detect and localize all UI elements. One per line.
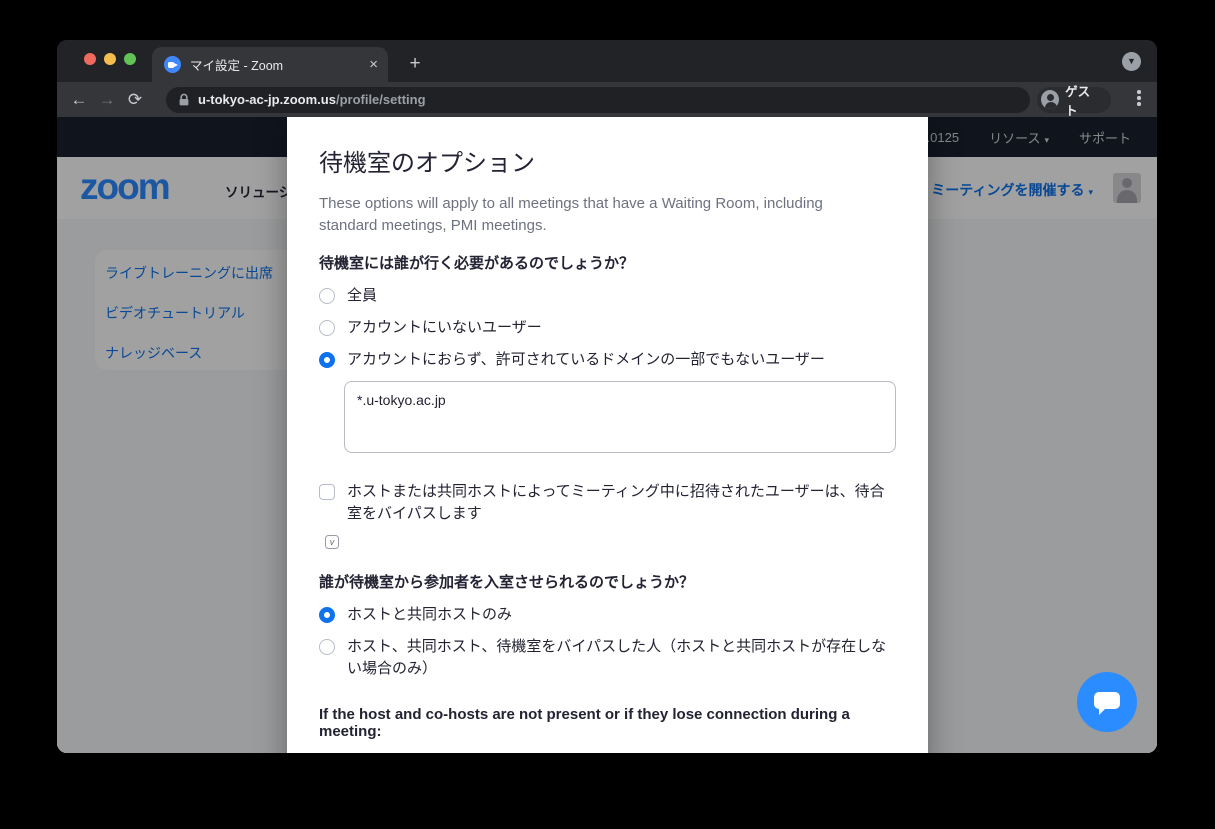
browser-window: マイ設定 - Zoom × + ▼ ← → ⟳ u-tokyo-ac-jp.zo… bbox=[57, 40, 1157, 753]
glyph-v-icon: v bbox=[325, 535, 339, 549]
minimize-window-button[interactable] bbox=[104, 53, 116, 65]
checkbox-icon[interactable] bbox=[319, 484, 335, 500]
radio-option-users-not-in-account[interactable]: アカウントにいないユーザー bbox=[319, 317, 896, 339]
page-viewport: 1.888.799.0125 リソース▾ サポート zoom ソリューション▾ … bbox=[57, 117, 1157, 753]
q1-options: 全員 アカウントにいないユーザー アカウントにおらず、許可されているドメインの一… bbox=[319, 285, 896, 371]
allowed-domains-input[interactable]: *.u-tokyo.ac.jp bbox=[344, 381, 896, 453]
browser-toolbar: ← → ⟳ u-tokyo-ac-jp.zoom.us/profile/sett… bbox=[57, 82, 1157, 117]
radio-option-users-not-in-account-or-domain[interactable]: アカウントにおらず、許可されているドメインの一部でもないユーザー bbox=[319, 349, 896, 371]
guest-label: ゲスト bbox=[1065, 81, 1101, 119]
move-participants-checkbox-row[interactable]: Move participants to the waiting room if… bbox=[319, 752, 896, 753]
modal-description: These options will apply to all meetings… bbox=[319, 193, 864, 237]
reload-button[interactable]: ⟳ bbox=[121, 90, 149, 110]
profile-button[interactable]: ゲスト bbox=[1037, 87, 1111, 113]
url-path: /profile/setting bbox=[336, 92, 426, 107]
waiting-room-options-modal: 待機室のオプション These options will apply to al… bbox=[287, 117, 928, 753]
question-who-goes-to-waiting-room: 待機室には誰が行く必要があるのでしょうか？ bbox=[319, 252, 896, 273]
browser-tab[interactable]: マイ設定 - Zoom × bbox=[152, 47, 388, 82]
address-bar[interactable]: u-tokyo-ac-jp.zoom.us/profile/setting bbox=[166, 87, 1030, 113]
radio-icon[interactable] bbox=[319, 607, 335, 623]
zoom-window-button[interactable] bbox=[124, 53, 136, 65]
tab-close-icon[interactable]: × bbox=[369, 57, 378, 72]
radio-icon[interactable] bbox=[319, 288, 335, 304]
question-who-can-admit: 誰が待機室から参加者を入室させられるのでしょうか？ bbox=[319, 571, 896, 592]
radio-option-host-cohosts-only[interactable]: ホストと共同ホストのみ bbox=[319, 604, 896, 626]
radio-icon[interactable] bbox=[319, 352, 335, 368]
radio-icon[interactable] bbox=[319, 639, 335, 655]
back-button[interactable]: ← bbox=[65, 90, 93, 110]
radio-icon[interactable] bbox=[319, 320, 335, 336]
chat-support-button[interactable] bbox=[1077, 672, 1137, 732]
new-tab-button[interactable]: + bbox=[402, 51, 428, 77]
lock-icon bbox=[178, 93, 190, 107]
radio-option-host-cohosts-bypassers[interactable]: ホスト、共同ホスト、待機室をバイパスした人（ホストと共同ホストが存在しない場合の… bbox=[319, 636, 896, 680]
modal-title: 待機室のオプション bbox=[319, 143, 896, 178]
chat-bubble-icon bbox=[1094, 692, 1120, 709]
radio-option-everyone[interactable]: 全員 bbox=[319, 285, 896, 307]
zoom-favicon-icon bbox=[164, 56, 181, 73]
url-domain: u-tokyo-ac-jp.zoom.us bbox=[198, 92, 336, 107]
q2-options: ホストと共同ホストのみ ホスト、共同ホスト、待機室をバイパスした人（ホストと共同… bbox=[319, 604, 896, 680]
url-text: u-tokyo-ac-jp.zoom.us/profile/setting bbox=[198, 92, 426, 107]
forward-button: → bbox=[93, 90, 121, 110]
bypass-waiting-room-checkbox-row[interactable]: ホストまたは共同ホストによってミーティング中に招待されたユーザーは、待合室をバイ… bbox=[319, 481, 896, 525]
tab-title: マイ設定 - Zoom bbox=[190, 55, 363, 74]
guest-avatar-icon bbox=[1041, 90, 1059, 109]
window-controls bbox=[84, 53, 136, 65]
chevron-down-icon[interactable]: ▼ bbox=[1122, 52, 1141, 71]
question-host-not-present: If the host and co-hosts are not present… bbox=[319, 706, 896, 740]
close-window-button[interactable] bbox=[84, 53, 96, 65]
browser-titlebar: マイ設定 - Zoom × + ▼ bbox=[57, 40, 1157, 82]
browser-menu-button[interactable] bbox=[1131, 90, 1147, 106]
